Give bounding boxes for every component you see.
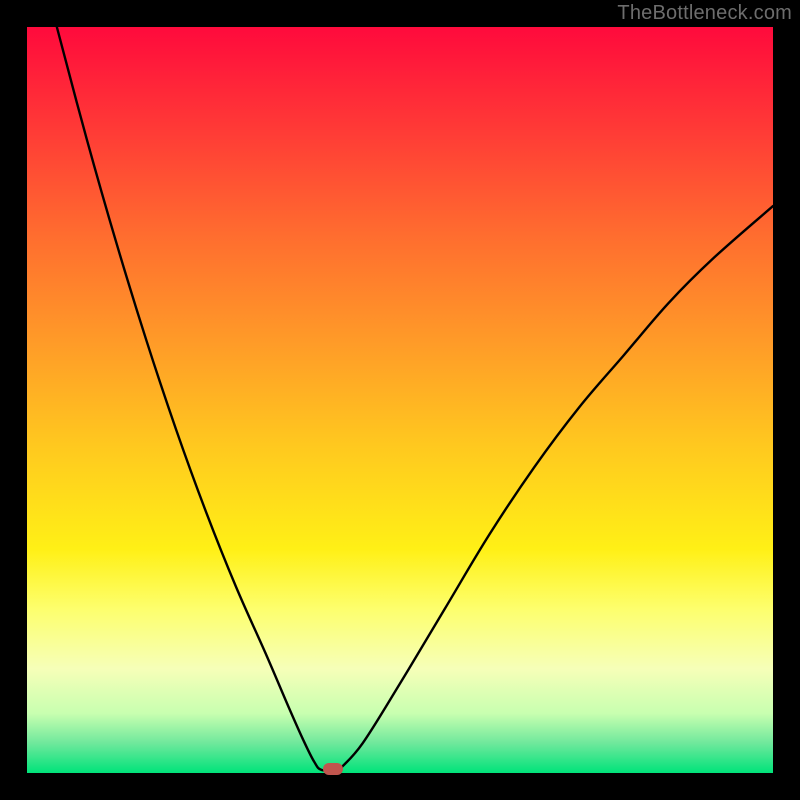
chart-curve [27,27,773,773]
watermark-text: TheBottleneck.com [617,2,792,25]
chart-frame: TheBottleneck.com [0,0,800,800]
chart-marker [323,763,343,775]
